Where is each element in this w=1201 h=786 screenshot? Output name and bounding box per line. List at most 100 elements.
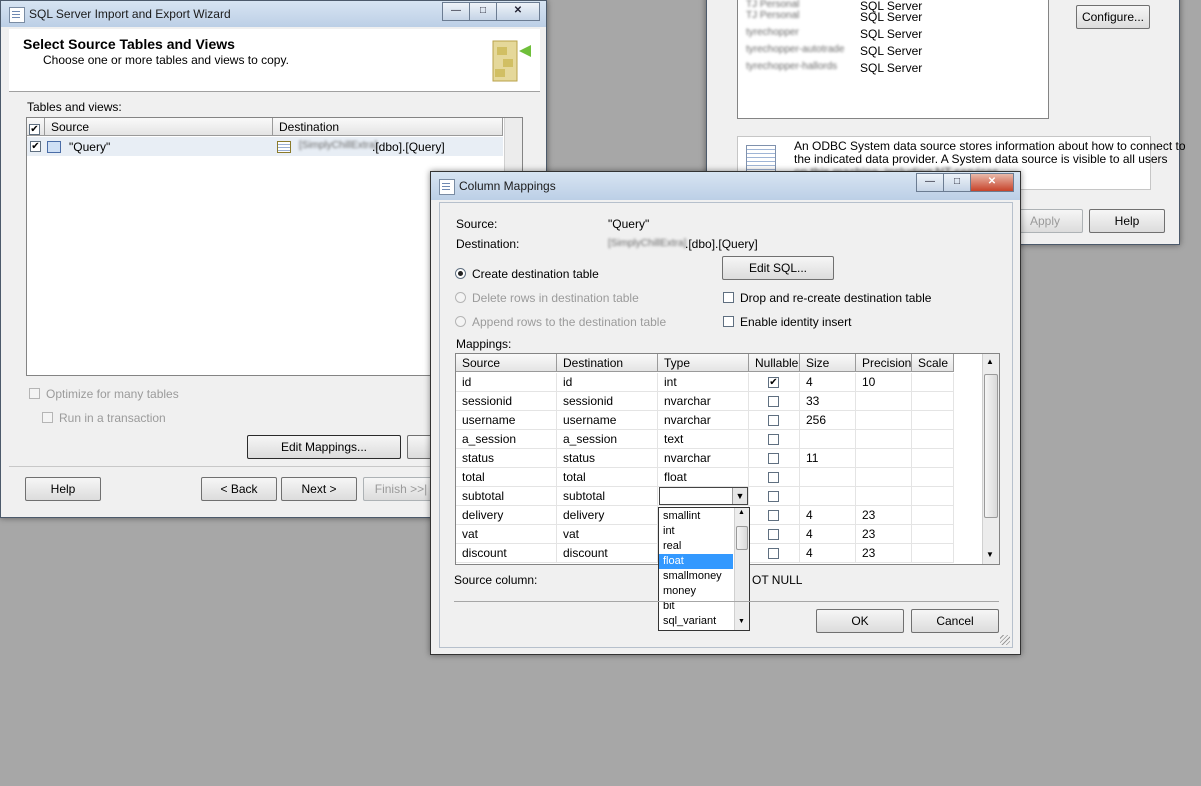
cell-type[interactable]: text — [658, 430, 749, 449]
cell-destination[interactable]: status — [557, 449, 658, 468]
cell-source[interactable]: total — [456, 468, 557, 487]
nullable-checkbox[interactable] — [768, 548, 779, 559]
row-select-checkbox[interactable]: ✔ — [30, 141, 41, 152]
mappings-titlebar[interactable]: Column Mappings — □ ✕ — [431, 172, 1020, 200]
edit-sql-button[interactable]: Edit SQL... — [722, 256, 834, 280]
odbc-row[interactable]: TJ Personal SQL Server — [746, 10, 1046, 26]
close-button[interactable]: ✕ — [970, 173, 1014, 192]
header-select-all[interactable]: ✔ — [27, 118, 45, 136]
cell-scale[interactable] — [912, 487, 954, 506]
cell-size[interactable]: 33 — [800, 392, 856, 411]
nullable-checkbox[interactable] — [768, 434, 779, 445]
cell-nullable[interactable] — [749, 506, 800, 525]
column-header-source[interactable]: Source — [45, 118, 273, 136]
cell-source[interactable]: delivery — [456, 506, 557, 525]
type-option[interactable]: sql_variant — [659, 614, 733, 629]
type-dropdown-list[interactable]: smallint int real float smallmoney money bit sq… — [658, 507, 750, 631]
cell-precision[interactable]: 23 — [856, 506, 912, 525]
nullable-checkbox[interactable]: ✔ — [768, 377, 779, 388]
cell-size[interactable]: 4 — [800, 506, 856, 525]
nullable-checkbox[interactable] — [768, 472, 779, 483]
column-header-size[interactable]: Size — [800, 354, 856, 372]
cell-nullable[interactable] — [749, 544, 800, 563]
type-option[interactable]: smallmoney — [659, 569, 733, 584]
scroll-down-arrow-icon[interactable]: ▼ — [986, 550, 994, 559]
cell-destination[interactable]: id — [557, 373, 658, 392]
cell-size[interactable]: 4 — [800, 544, 856, 563]
configure-button[interactable]: Configure... — [1076, 5, 1150, 29]
finish-button[interactable]: Finish >>| — [363, 477, 439, 501]
cell-source[interactable]: subtotal — [456, 487, 557, 506]
cell-source[interactable]: sessionid — [456, 392, 557, 411]
cell-destination[interactable]: username — [557, 411, 658, 430]
cell-size[interactable] — [800, 468, 856, 487]
dropdown-scroll-down-icon[interactable]: ▼ — [738, 618, 745, 625]
minimize-button[interactable]: — — [916, 173, 944, 192]
run-transaction-checkbox[interactable] — [42, 412, 53, 423]
scroll-up-arrow-icon[interactable]: ▲ — [986, 357, 994, 366]
column-header-type[interactable]: Type — [658, 354, 749, 372]
cell-size[interactable]: 4 — [800, 373, 856, 392]
nullable-checkbox[interactable] — [768, 529, 779, 540]
nullable-checkbox[interactable] — [768, 453, 779, 464]
type-option[interactable]: int — [659, 524, 733, 539]
scroll-thumb[interactable] — [984, 374, 998, 518]
odbc-row[interactable]: tyrechopper SQL Server — [746, 27, 1046, 43]
cell-type[interactable]: nvarchar — [658, 411, 749, 430]
nullable-checkbox[interactable] — [768, 396, 779, 407]
cell-size[interactable] — [800, 430, 856, 449]
cell-precision[interactable]: 10 — [856, 373, 912, 392]
drop-recreate-checkbox[interactable] — [723, 292, 734, 303]
type-combobox[interactable]: ▼ — [659, 487, 748, 505]
cell-scale[interactable] — [912, 506, 954, 525]
cell-precision[interactable] — [856, 411, 912, 430]
type-option[interactable]: smallint — [659, 509, 733, 524]
table-row[interactable]: status status nvarchar 11 — [456, 449, 954, 468]
cell-precision[interactable] — [856, 487, 912, 506]
table-row[interactable]: a_session a_session text — [456, 430, 954, 449]
cell-source[interactable]: discount — [456, 544, 557, 563]
select-all-checkbox[interactable]: ✔ — [29, 124, 40, 135]
cell-scale[interactable] — [912, 544, 954, 563]
cell-precision[interactable] — [856, 449, 912, 468]
cell-nullable[interactable] — [749, 430, 800, 449]
type-option[interactable]: real — [659, 539, 733, 554]
dropdown-scrollbar[interactable]: ▲ ▼ — [734, 508, 749, 630]
table-row[interactable]: ✔ "Query" [SimplyChillExtra] .[dbo].[Que… — [27, 137, 503, 156]
nullable-checkbox[interactable] — [768, 491, 779, 502]
cancel-button[interactable]: Cancel — [911, 609, 999, 633]
cell-nullable[interactable] — [749, 411, 800, 430]
table-row[interactable]: id id int ✔ 4 10 — [456, 373, 954, 392]
cell-scale[interactable] — [912, 392, 954, 411]
cell-source[interactable]: id — [456, 373, 557, 392]
wizard-titlebar[interactable]: SQL Server Import and Export Wizard — □ … — [1, 1, 546, 27]
odbc-datasource-list[interactable]: TJ Personal SQL Server TJ Personal SQL Ser… — [737, 0, 1049, 119]
cell-scale[interactable] — [912, 525, 954, 544]
cell-nullable[interactable]: ✔ — [749, 373, 800, 392]
cell-source[interactable]: username — [456, 411, 557, 430]
odbc-row[interactable]: tyrechopper-hallords SQL Server — [746, 61, 1046, 77]
column-header-scale[interactable]: Scale — [912, 354, 954, 372]
maximize-button[interactable]: □ — [943, 173, 971, 192]
cell-destination[interactable]: delivery — [557, 506, 658, 525]
cell-precision[interactable]: 23 — [856, 525, 912, 544]
identity-insert-checkbox[interactable] — [723, 316, 734, 327]
maximize-button[interactable]: □ — [469, 2, 497, 21]
resize-grip-icon[interactable] — [1000, 635, 1010, 645]
edit-mappings-button[interactable]: Edit Mappings... — [247, 435, 401, 459]
mappings-grid-scrollbar[interactable]: ▲ ▼ — [982, 354, 999, 564]
column-header-destination[interactable]: Destination — [273, 118, 503, 136]
cell-destination[interactable]: discount — [557, 544, 658, 563]
cell-precision[interactable]: 23 — [856, 544, 912, 563]
close-button[interactable]: ✕ — [496, 2, 540, 21]
nullable-checkbox[interactable] — [768, 415, 779, 426]
ok-button[interactable]: OK — [816, 609, 904, 633]
cell-source[interactable]: a_session — [456, 430, 557, 449]
back-button[interactable]: < Back — [201, 477, 277, 501]
cell-destination[interactable]: sessionid — [557, 392, 658, 411]
column-header-precision[interactable]: Precision — [856, 354, 912, 372]
cell-precision[interactable] — [856, 468, 912, 487]
table-row[interactable]: username username nvarchar 256 — [456, 411, 954, 430]
next-button[interactable]: Next > — [281, 477, 357, 501]
cell-type[interactable]: float — [658, 468, 749, 487]
